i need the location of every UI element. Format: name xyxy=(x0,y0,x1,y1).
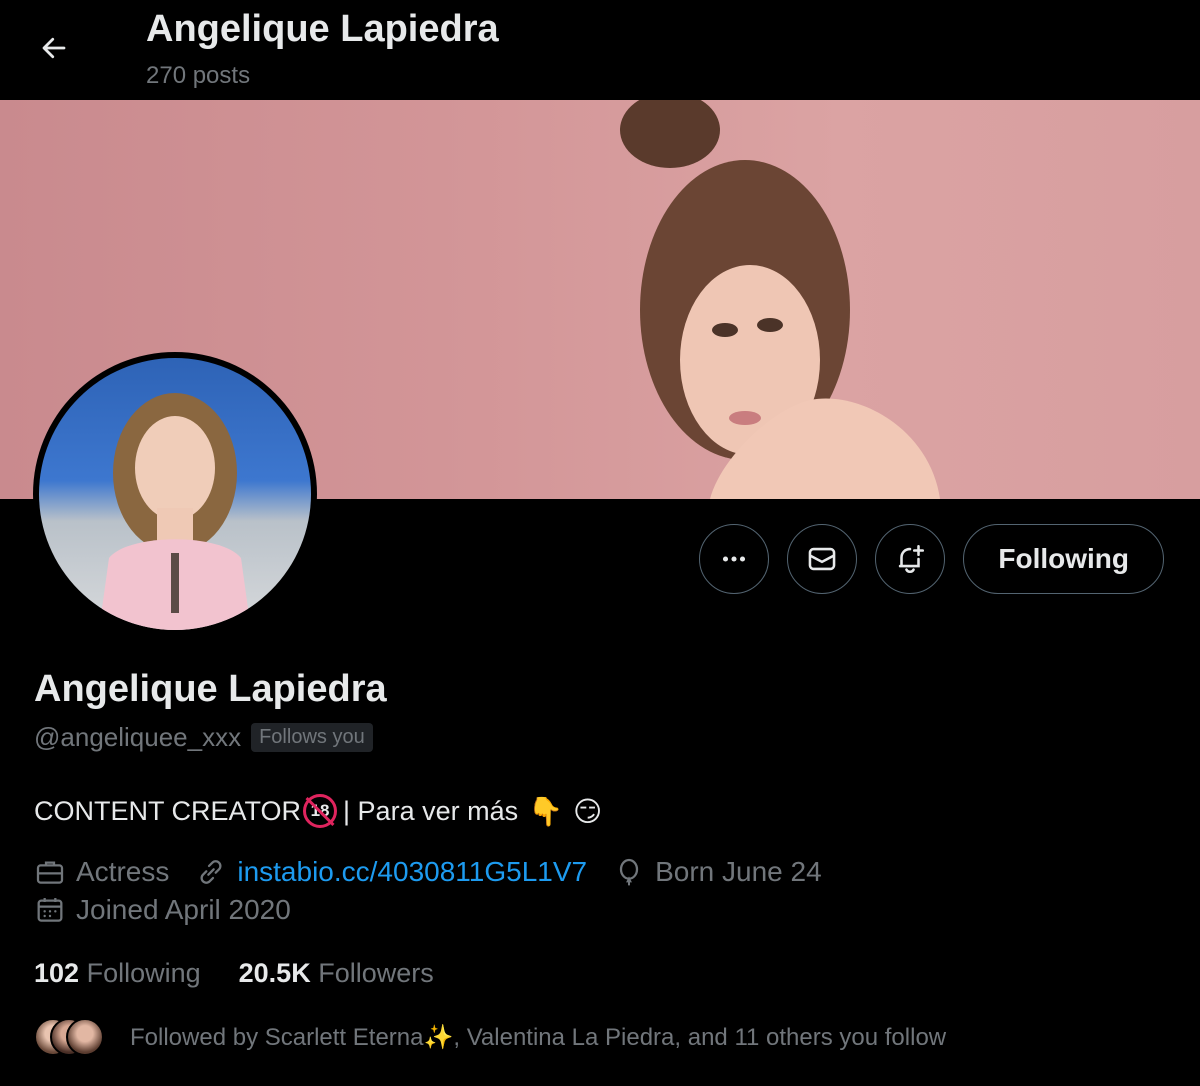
followers-count-link[interactable]: 20.5K Followers xyxy=(239,958,434,989)
follows-you-badge: Follows you xyxy=(251,723,373,752)
website-link[interactable]: instabio.cc/4030811G5L1V7 xyxy=(237,856,587,888)
back-button[interactable] xyxy=(28,22,80,74)
following-count: 102 xyxy=(34,958,80,988)
pointing-down-emoji: 👇 xyxy=(528,795,563,827)
bio-text: CONTENT CREATOR xyxy=(34,795,302,826)
birthday-item: Born June 24 xyxy=(613,856,822,888)
message-button[interactable] xyxy=(787,524,858,594)
more-button[interactable] xyxy=(699,524,770,594)
more-horizontal-icon xyxy=(723,556,746,562)
briefcase-icon xyxy=(36,861,64,884)
joined-label: Joined April 2020 xyxy=(76,894,291,925)
followers-count-label: Followers xyxy=(318,958,434,988)
profile-meta-row: Actress instabio.cc/4030811G5L1V7 Born J… xyxy=(34,856,848,888)
profession-item: Actress xyxy=(34,856,169,888)
header-post-count: 270 posts xyxy=(146,62,251,89)
profile-avatar[interactable] xyxy=(33,352,317,636)
website-item: instabio.cc/4030811G5L1V7 xyxy=(195,856,587,888)
profile-bio: CONTENT CREATOR 18 | Para ver más 👇 😏 xyxy=(34,794,602,828)
handle-row: @angeliquee_xxx Follows you xyxy=(34,722,373,753)
following-count-label: Following xyxy=(86,958,201,988)
header-title: Angelique Lapiedra xyxy=(146,8,499,50)
smirk-emoji: 😏 xyxy=(572,795,603,827)
followed-by-avatars xyxy=(34,1018,104,1056)
notifications-button[interactable] xyxy=(875,524,946,594)
arrow-left-icon xyxy=(42,37,66,59)
link-icon xyxy=(200,860,222,884)
profile-name: Angelique Lapiedra xyxy=(34,668,387,710)
profile-meta-row-joined: Joined April 2020 xyxy=(34,894,317,926)
profession-label: Actress xyxy=(76,856,170,887)
banner-photo xyxy=(620,100,940,499)
envelope-icon xyxy=(809,547,836,571)
profile-header: Angelique Lapiedra 270 posts xyxy=(0,0,1200,100)
balloon-icon xyxy=(619,858,639,886)
no-under-18-icon: 18 xyxy=(303,794,338,828)
avatar-photo xyxy=(39,358,311,630)
bio-rest: | Para ver más xyxy=(343,795,519,826)
calendar-icon xyxy=(37,898,63,922)
bell-plus-icon xyxy=(899,544,925,574)
following-button[interactable]: Following xyxy=(963,524,1164,594)
followed-by-text: Followed by Scarlett Eterna✨, Valentina … xyxy=(130,1023,947,1051)
profile-actions: Following xyxy=(699,524,1164,594)
followed-by-row[interactable]: Followed by Scarlett Eterna✨, Valentina … xyxy=(34,1018,946,1056)
no-under-18-label: 18 xyxy=(310,801,330,820)
mini-avatar xyxy=(66,1018,104,1056)
avatar-figure xyxy=(99,393,251,630)
followers-count: 20.5K xyxy=(238,958,311,988)
following-count-link[interactable]: 102 Following xyxy=(34,958,201,989)
birthday-label: Born June 24 xyxy=(655,856,822,887)
joined-item: Joined April 2020 xyxy=(34,894,291,926)
follow-counts: 102 Following 20.5K Followers xyxy=(34,958,434,989)
profile-handle: @angeliquee_xxx xyxy=(34,722,242,752)
